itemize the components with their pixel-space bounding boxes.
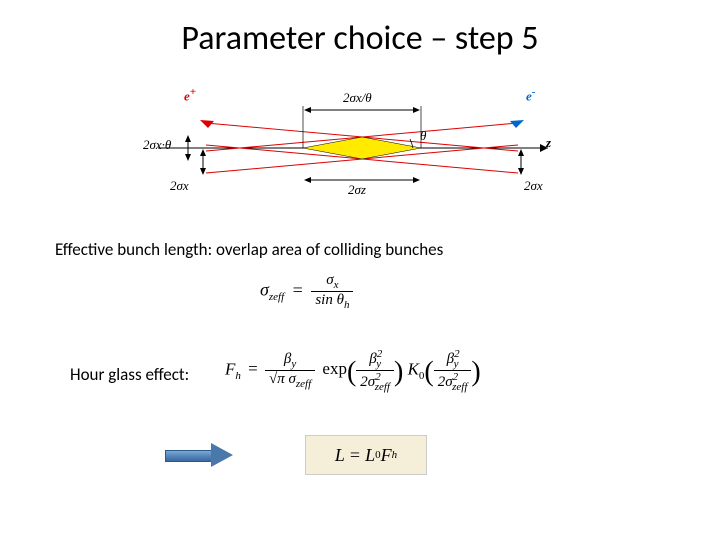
bottom-2sigmaz-label: 2σz xyxy=(348,182,366,198)
hourglass-caption: Hour glass effect: xyxy=(70,364,189,385)
angle-theta-label: θ xyxy=(420,128,426,144)
sigma-zeff-equation: σzeff = σx sin θh xyxy=(260,272,440,322)
bl-2sigmax-label: 2σx xyxy=(170,178,189,194)
left-span-label: 2σx·θ xyxy=(143,137,171,153)
slide-title: Parameter choice – step 5 xyxy=(0,18,720,59)
e-minus-label: e- xyxy=(526,86,535,104)
top-span-label: 2σx/θ xyxy=(343,90,372,106)
hourglass-equation: Fh = βy √π σzeff exp( β2y 2σ2zeff ) K0( … xyxy=(225,348,545,408)
effective-bunch-caption: Effective bunch length: overlap area of … xyxy=(55,239,443,260)
z-axis-label: z xyxy=(546,135,551,151)
result-arrow-icon xyxy=(165,443,237,467)
luminosity-equation: L = L0 Fh xyxy=(305,435,427,475)
br-2sigmax-label: 2σx xyxy=(524,178,543,194)
beam-crossing-diagram: e+ e- 2σx/θ 2σx·θ 2σx 2σx 2σz θ z xyxy=(148,88,558,208)
e-plus-label: e+ xyxy=(184,86,196,104)
